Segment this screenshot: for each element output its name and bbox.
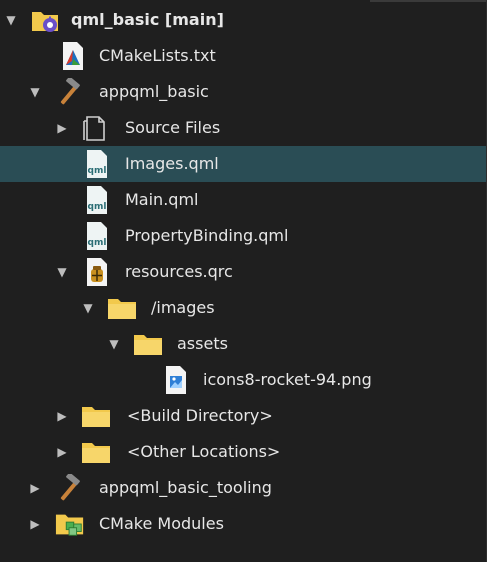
tree-item-other-locations[interactable]: ▶ <Other Locations> xyxy=(0,434,486,470)
tree-item-appqml-basic[interactable]: ▼ appqml_basic xyxy=(0,74,486,110)
chevron-right-icon[interactable]: ▶ xyxy=(55,434,69,470)
folder-label: <Build Directory> xyxy=(127,406,273,425)
folder-label: Source Files xyxy=(125,118,221,137)
resource-file-icon xyxy=(82,257,112,287)
tree-item-assets-folder[interactable]: ▼ assets xyxy=(0,326,486,362)
tree-item-rocket-png[interactable]: icons8-rocket-94.png xyxy=(0,362,486,398)
chevron-down-icon[interactable]: ▼ xyxy=(107,326,121,362)
folder-icon xyxy=(133,329,163,359)
target-label: appqml_basic xyxy=(99,82,209,101)
tree-item-main-qml[interactable]: qml Main.qml xyxy=(0,182,486,218)
file-label: PropertyBinding.qml xyxy=(125,226,289,245)
image-file-icon xyxy=(161,365,191,395)
chevron-right-icon[interactable]: ▶ xyxy=(55,110,69,146)
modules-folder-icon xyxy=(55,509,85,539)
tree-item-images-prefix[interactable]: ▼ /images xyxy=(0,290,486,326)
qml-file-icon: qml xyxy=(82,185,112,215)
project-name: qml_basic [main] xyxy=(71,10,224,29)
chevron-right-icon[interactable]: ▶ xyxy=(55,398,69,434)
tree-item-images-qml[interactable]: qml Images.qml xyxy=(0,146,486,182)
qml-file-icon: qml xyxy=(82,221,112,251)
folder-label: assets xyxy=(177,334,228,353)
tree-item-propertybinding-qml[interactable]: qml PropertyBinding.qml xyxy=(0,218,486,254)
hammer-icon xyxy=(55,473,85,503)
folder-icon xyxy=(81,401,111,431)
folder-label: <Other Locations> xyxy=(127,442,281,461)
file-label: icons8-rocket-94.png xyxy=(203,370,372,389)
tree-item-cmake-modules[interactable]: ▶ CMake Modules xyxy=(0,506,486,542)
project-tree: ▼ qml_basic [main] CMakeLists.txt ▼ appq… xyxy=(0,2,486,542)
file-label: Images.qml xyxy=(125,154,219,173)
cmake-file-icon xyxy=(58,41,88,71)
tree-item-resources-qrc[interactable]: ▼ resources.qrc xyxy=(0,254,486,290)
target-label: appqml_basic_tooling xyxy=(99,478,272,497)
chevron-down-icon[interactable]: ▼ xyxy=(81,290,95,326)
tree-item-root-project[interactable]: ▼ qml_basic [main] xyxy=(0,2,486,38)
tree-item-source-files[interactable]: ▶ Source Files xyxy=(0,110,486,146)
folder-label: /images xyxy=(151,298,215,317)
chevron-down-icon[interactable]: ▼ xyxy=(28,74,42,110)
chevron-right-icon[interactable]: ▶ xyxy=(28,470,42,506)
tree-item-appqml-basic-tooling[interactable]: ▶ appqml_basic_tooling xyxy=(0,470,486,506)
svg-text:qml: qml xyxy=(88,166,107,176)
folder-icon xyxy=(107,293,137,323)
tree-item-cmakelists[interactable]: CMakeLists.txt xyxy=(0,38,486,74)
chevron-down-icon[interactable]: ▼ xyxy=(4,2,18,38)
svg-text:qml: qml xyxy=(88,238,107,248)
chevron-right-icon[interactable]: ▶ xyxy=(28,506,42,542)
folder-icon xyxy=(81,437,111,467)
file-label: Main.qml xyxy=(125,190,199,209)
project-folder-gear-icon xyxy=(30,5,60,35)
file-label: resources.qrc xyxy=(125,262,233,281)
svg-text:qml: qml xyxy=(88,202,107,212)
file-label: CMakeLists.txt xyxy=(99,46,216,65)
hammer-icon xyxy=(55,77,85,107)
source-files-icon xyxy=(80,113,110,143)
folder-label: CMake Modules xyxy=(99,514,224,533)
qml-file-icon: qml xyxy=(82,149,112,179)
tree-item-build-directory[interactable]: ▶ <Build Directory> xyxy=(0,398,486,434)
chevron-down-icon[interactable]: ▼ xyxy=(55,254,69,290)
